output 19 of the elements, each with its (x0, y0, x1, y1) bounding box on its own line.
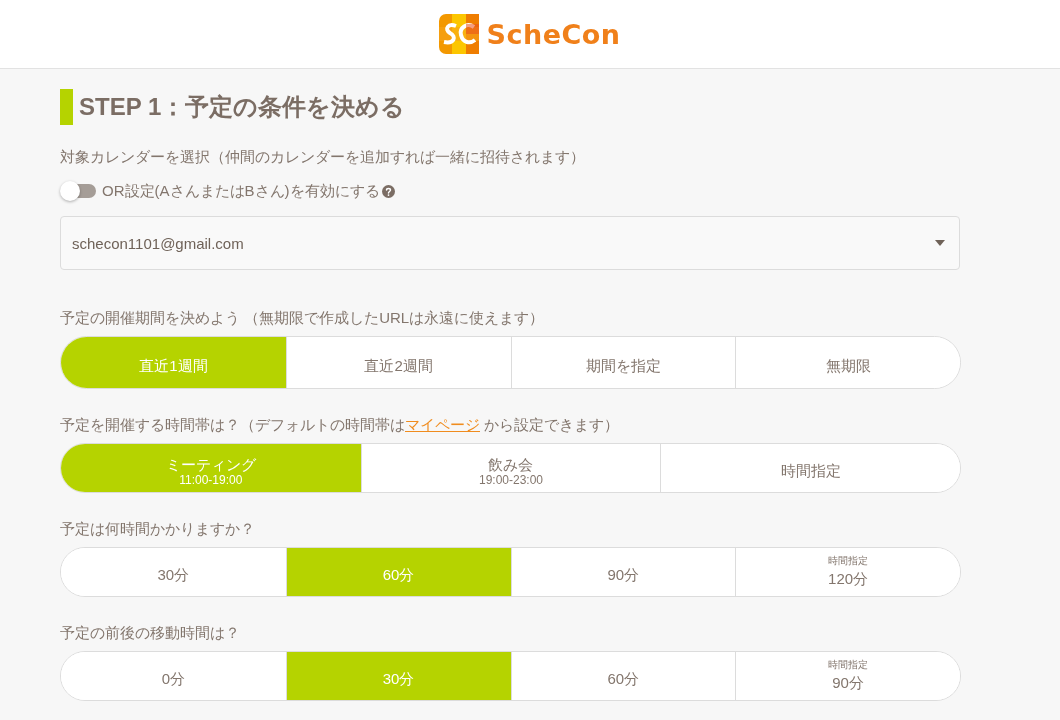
time-slot-question: 予定を開催する時間帯は？（デフォルトの時間帯はマイページ から設定できます） (60, 415, 621, 435)
logo-icon (439, 14, 480, 54)
or-toggle[interactable] (60, 180, 96, 202)
travel-time-question: 予定の前後の移動時間は？ (60, 623, 241, 643)
mypage-link[interactable]: マイページ (405, 416, 480, 433)
or-setting-label: OR設定(AさんまたはBさん)を有効にする (102, 181, 380, 201)
step-marker (60, 89, 73, 125)
caret-down-icon (935, 240, 945, 246)
period-question: 予定の開催期間を決めよう （無期限で作成したURLは永遠に使えます） (60, 308, 546, 328)
logo-text: ScheCon (486, 18, 621, 50)
travel-time-option[interactable]: 時間指定 90分 (735, 652, 960, 700)
help-icon[interactable] (381, 184, 395, 198)
duration-option[interactable]: 時間指定 120分 (735, 548, 960, 596)
duration-question: 予定は何時間かかりますか？ (60, 519, 256, 539)
calendar-select[interactable]: schecon1101@gmail.com (60, 216, 960, 270)
time-slot-option[interactable]: 時間指定 (660, 444, 960, 492)
step-title: STEP 1：予定の条件を決める (79, 92, 406, 122)
calendar-label: 対象カレンダーを選択（仲間のカレンダーを追加すれば一緒に招待されます） (60, 147, 586, 167)
period-option[interactable]: 無期限 (735, 337, 960, 388)
